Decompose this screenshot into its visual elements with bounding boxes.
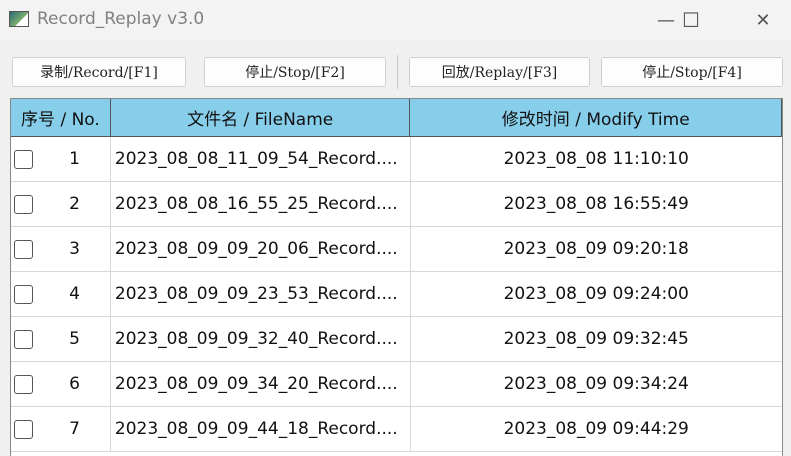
- cell-filename[interactable]: 2023_08_09_09_34_20_Record....: [111, 362, 411, 406]
- title-bar: Record_Replay v3.0 — ☐ ✕: [0, 0, 791, 40]
- row-checkbox[interactable]: [14, 149, 33, 169]
- table-row[interactable]: 7 2023_08_09_09_44_18_Record.... 2023_08…: [11, 407, 782, 452]
- row-checkbox[interactable]: [14, 194, 33, 214]
- cell-filename[interactable]: 2023_08_08_11_09_54_Record....: [111, 137, 411, 181]
- cell-no: 7: [11, 407, 111, 451]
- toolbar-separator: [397, 55, 398, 89]
- app-icon: [9, 11, 29, 27]
- cell-filename[interactable]: 2023_08_09_09_23_53_Record....: [111, 272, 411, 316]
- row-checkbox[interactable]: [14, 329, 33, 349]
- cell-modify-time[interactable]: 2023_08_08 16:55:49: [411, 182, 783, 226]
- row-number: 3: [69, 239, 80, 259]
- table-header: 序号 / No. 文件名 / FileName 修改时间 / Modify Ti…: [11, 99, 782, 137]
- row-number: 5: [69, 329, 80, 349]
- table-row[interactable]: 5 2023_08_09_09_32_40_Record.... 2023_08…: [11, 317, 782, 362]
- cell-filename[interactable]: 2023_08_09_09_20_06_Record....: [111, 227, 411, 271]
- table-row[interactable]: 4 2023_08_09_09_23_53_Record.... 2023_08…: [11, 272, 782, 317]
- row-number: 4: [69, 284, 80, 304]
- stop-record-button[interactable]: 停止/Stop/[F2]: [204, 57, 386, 87]
- cell-modify-time[interactable]: 2023_08_09 09:44:29: [411, 407, 783, 451]
- maximize-button[interactable]: ☐: [668, 6, 714, 34]
- replay-button[interactable]: 回放/Replay/[F3]: [409, 57, 590, 87]
- row-checkbox[interactable]: [14, 239, 33, 259]
- cell-no: 4: [11, 272, 111, 316]
- cell-modify-time[interactable]: 2023_08_09 09:32:45: [411, 317, 783, 361]
- record-button[interactable]: 录制/Record/[F1]: [12, 57, 186, 87]
- cell-filename[interactable]: 2023_08_08_16_55_25_Record....: [111, 182, 411, 226]
- table-row[interactable]: 2 2023_08_08_16_55_25_Record.... 2023_08…: [11, 182, 782, 227]
- row-checkbox[interactable]: [14, 419, 33, 439]
- stop-replay-button[interactable]: 停止/Stop/[F4]: [601, 57, 783, 87]
- cell-no: 1: [11, 137, 111, 181]
- row-number: 1: [69, 149, 80, 169]
- cell-no: 5: [11, 317, 111, 361]
- cell-modify-time[interactable]: 2023_08_09 09:24:00: [411, 272, 783, 316]
- window-title: Record_Replay v3.0: [37, 9, 205, 29]
- table-row[interactable]: 6 2023_08_09_09_34_20_Record.... 2023_08…: [11, 362, 782, 407]
- table-row[interactable]: 1 2023_08_08_11_09_54_Record.... 2023_08…: [11, 137, 782, 182]
- row-number: 2: [69, 194, 80, 214]
- header-modify-time[interactable]: 修改时间 / Modify Time: [410, 99, 782, 136]
- cell-no: 3: [11, 227, 111, 271]
- header-filename[interactable]: 文件名 / FileName: [111, 99, 411, 136]
- table-row[interactable]: 3 2023_08_09_09_20_06_Record.... 2023_08…: [11, 227, 782, 272]
- cell-modify-time[interactable]: 2023_08_09 09:20:18: [411, 227, 783, 271]
- close-button[interactable]: ✕: [740, 6, 786, 34]
- cell-no: 6: [11, 362, 111, 406]
- row-checkbox[interactable]: [14, 284, 33, 304]
- cell-modify-time[interactable]: 2023_08_09 09:34:24: [411, 362, 783, 406]
- row-number: 7: [69, 419, 80, 439]
- header-no[interactable]: 序号 / No.: [11, 99, 111, 136]
- row-checkbox[interactable]: [14, 374, 33, 394]
- records-table: 序号 / No. 文件名 / FileName 修改时间 / Modify Ti…: [10, 98, 783, 456]
- cell-no: 2: [11, 182, 111, 226]
- cell-filename[interactable]: 2023_08_09_09_32_40_Record....: [111, 317, 411, 361]
- cell-filename[interactable]: 2023_08_09_09_44_18_Record....: [111, 407, 411, 451]
- cell-modify-time[interactable]: 2023_08_08 11:10:10: [411, 137, 783, 181]
- row-number: 6: [69, 374, 80, 394]
